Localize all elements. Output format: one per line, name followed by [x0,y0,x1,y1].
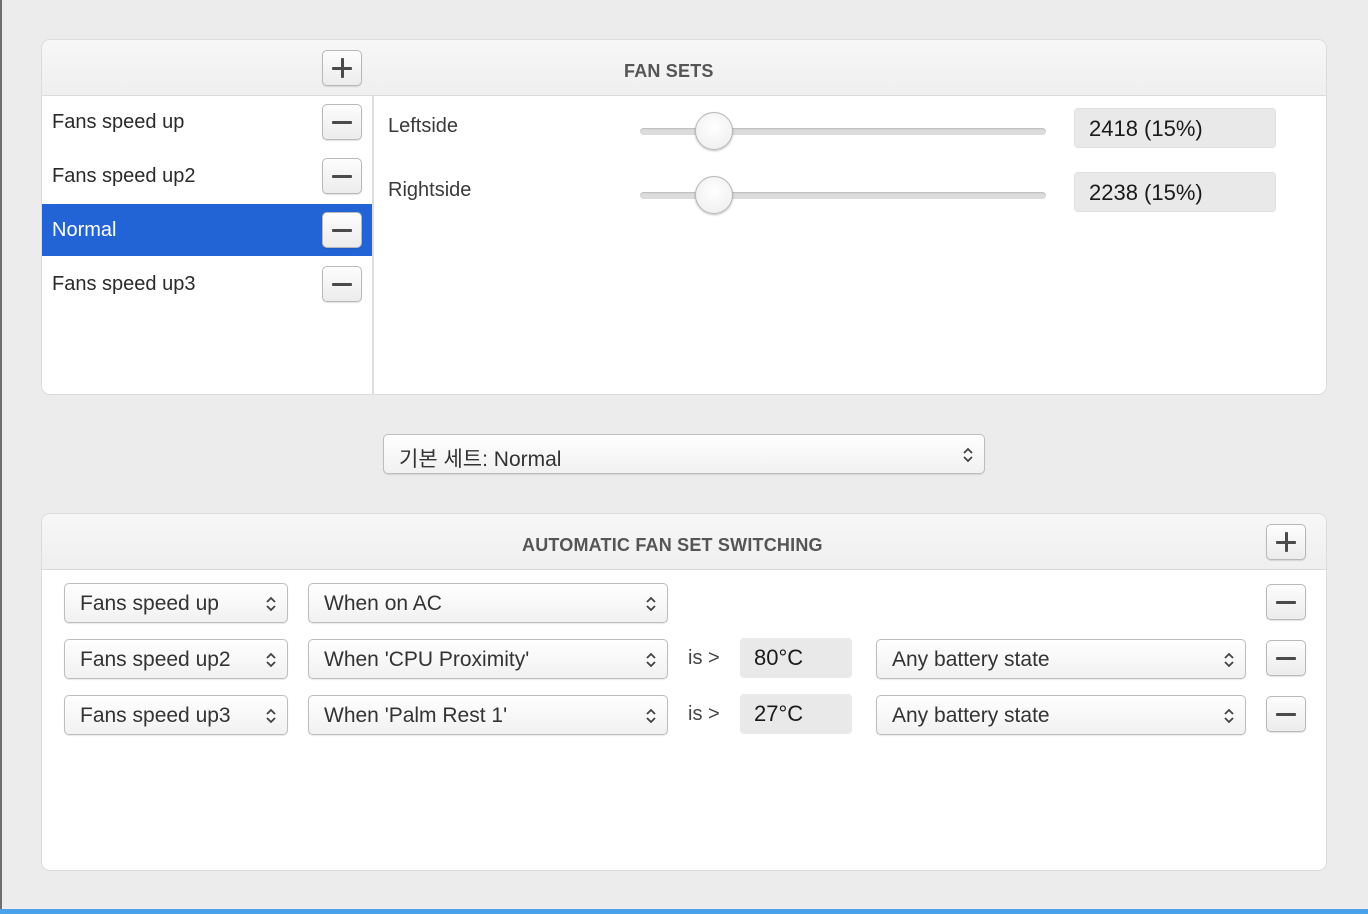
rule-condition-value: When 'Palm Rest 1' [324,704,508,727]
rule-condition-dropdown[interactable]: When 'Palm Rest 1' [308,695,668,735]
chevron-up-down-icon [1223,706,1235,726]
threshold-field[interactable]: 80°C [740,638,852,678]
remove-fan-set-button[interactable] [322,266,362,302]
rule-fan-set-value: Fans speed up2 [80,648,231,671]
add-rule-button[interactable] [1266,524,1306,560]
minus-icon [332,282,352,286]
rule-fan-set-dropdown[interactable]: Fans speed up2 [64,639,288,679]
battery-state-value: Any battery state [892,704,1050,727]
operator-label: is > [688,703,720,725]
rule-fan-set-value: Fans speed up3 [80,704,231,727]
fan-label-leftside: Leftside [388,115,459,137]
chevron-up-down-icon [1223,650,1235,670]
rule-fan-set-value: Fans speed up [80,592,219,615]
fan-set-label: Fans speed up3 [52,273,196,295]
chevron-up-down-icon [645,594,657,614]
battery-state-dropdown[interactable]: Any battery state [876,639,1246,679]
remove-rule-button[interactable] [1266,584,1306,620]
chevron-up-down-icon [645,650,657,670]
minus-icon [1276,712,1296,716]
default-set-value: 기본 세트: Normal [399,448,562,471]
minus-icon [1276,600,1296,604]
window-edge [0,0,2,914]
chevron-up-down-icon [645,706,657,726]
fan-set-item[interactable]: Fans speed up2 [42,150,372,202]
fan-sets-title: FAN SETS [624,61,714,81]
fan-sets-header: FAN SETS [42,40,1326,96]
auto-switching-header: AUTOMATIC FAN SET SWITCHING [42,514,1326,570]
column-divider [372,96,374,394]
accent-bar [0,909,1368,914]
minus-icon [332,228,352,232]
chevron-up-down-icon [265,650,277,670]
rule-condition-value: When 'CPU Proximity' [324,648,530,671]
rightside-speed-value: 2238 (15%) [1074,172,1276,212]
chevron-up-down-icon [962,445,974,465]
fan-set-label: Normal [52,219,117,241]
leftside-speed-value: 2418 (15%) [1074,108,1276,148]
fan-set-label: Fans speed up [52,111,185,133]
auto-switching-panel: AUTOMATIC FAN SET SWITCHING Fans speed u… [42,514,1326,870]
rule-condition-value: When on AC [324,592,442,615]
plus-icon [332,58,352,78]
operator-label: is > [688,647,720,669]
rightside-slider-knob[interactable] [695,176,733,214]
minus-icon [332,174,352,178]
remove-fan-set-button[interactable] [322,212,362,248]
rule-condition-dropdown[interactable]: When 'CPU Proximity' [308,639,668,679]
battery-state-dropdown[interactable]: Any battery state [876,695,1246,735]
fan-set-item[interactable]: Fans speed up3 [42,258,372,310]
minus-icon [1276,656,1296,660]
leftside-slider-knob[interactable] [695,112,733,150]
chevron-up-down-icon [265,594,277,614]
rule-fan-set-dropdown[interactable]: Fans speed up [64,583,288,623]
remove-rule-button[interactable] [1266,640,1306,676]
chevron-up-down-icon [265,706,277,726]
default-set-dropdown[interactable]: 기본 세트: Normal [383,434,985,474]
battery-state-value: Any battery state [892,648,1050,671]
rule-fan-set-dropdown[interactable]: Fans speed up3 [64,695,288,735]
threshold-field[interactable]: 27°C [740,694,852,734]
remove-rule-button[interactable] [1266,696,1306,732]
remove-fan-set-button[interactable] [322,104,362,140]
remove-fan-set-button[interactable] [322,158,362,194]
fan-set-item[interactable]: Fans speed up [42,96,372,148]
add-fan-set-button[interactable] [322,50,362,86]
minus-icon [332,120,352,124]
rule-condition-dropdown[interactable]: When on AC [308,583,668,623]
fan-set-item-selected[interactable]: Normal [42,204,372,256]
plus-icon [1276,532,1296,552]
auto-switching-title: AUTOMATIC FAN SET SWITCHING [522,535,823,555]
fan-label-rightside: Rightside [388,179,472,201]
fan-sets-panel: FAN SETS Fans speed up Fans speed up2 No… [42,40,1326,394]
fan-set-label: Fans speed up2 [52,165,196,187]
